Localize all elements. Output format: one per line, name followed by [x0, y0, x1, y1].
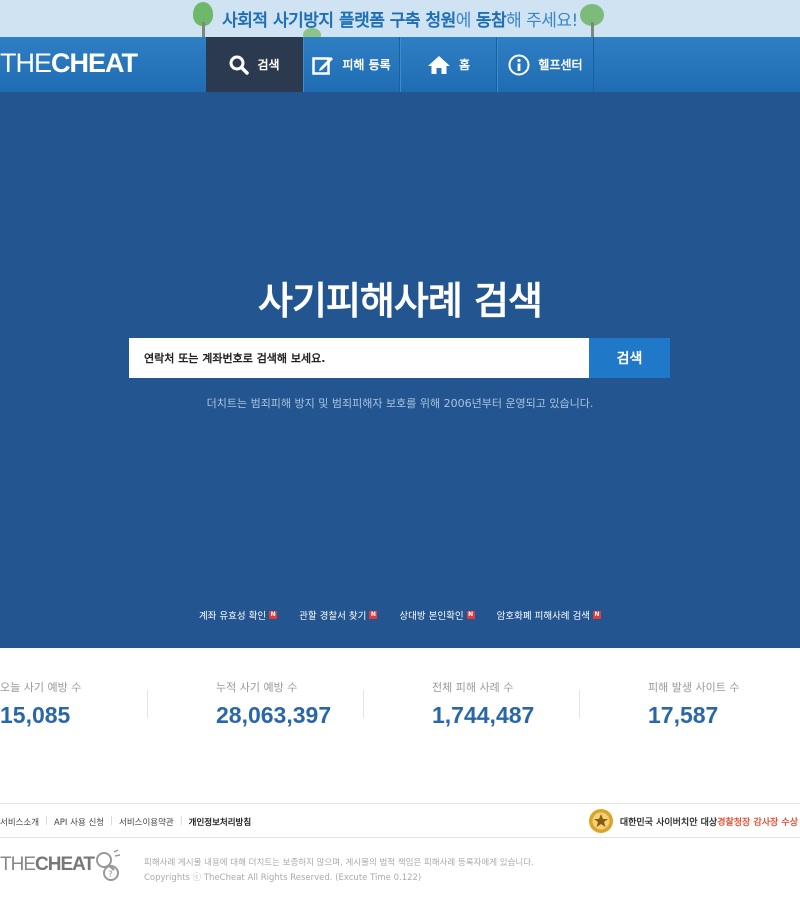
nav-item-label: 피해 등록 — [342, 58, 391, 72]
award-notice: 대한민국 사이버치안 대상 경찰청장 감사장 수상 — [588, 808, 798, 834]
footer-link-privacy[interactable]: 개인정보처리방침 — [189, 816, 252, 828]
nav-item-label: 헬프센터 — [538, 58, 583, 72]
info-icon — [508, 54, 530, 75]
footer-logo: THECHEAT — [0, 854, 95, 876]
footer-links-bar: 서비스소개 | API 사용 신청 | 서비스이용약관 | 개인정보처리방침 대… — [0, 803, 800, 838]
hero-section: 사기피해사례 검색 검색 더치트는 범죄피해 방지 및 범죄피해자 보호를 위해… — [0, 92, 800, 648]
quick-link-crypto-search[interactable]: 암호화폐 피해사례 검색 N — [496, 608, 602, 622]
thecheat-logo[interactable]: THECHEAT — [0, 48, 138, 79]
banner-end-text: 해 주세요! — [506, 11, 578, 31]
nav-item-label: 홈 — [458, 58, 471, 72]
detective-mascot-icon: ? — [96, 849, 121, 881]
footer-link-terms[interactable]: 서비스이용약관 — [119, 816, 174, 828]
quick-link-label: 상대방 본인확인 — [399, 611, 464, 622]
quick-links: 계좌 유효성 확인 N 관할 경찰서 찾기 N 상대방 본인확인 N 암호화폐 … — [0, 608, 800, 622]
stat-total-cases: 전체 피해 사례 수 1,744,487 — [432, 679, 534, 729]
logo-bold-text: CHEAT — [51, 48, 138, 78]
banner-bold-text-2: 동참 — [475, 11, 507, 31]
footer: THECHEAT ? 피해사례 게시물 내용에 대해 더치트는 보증하지 않으며… — [0, 838, 800, 915]
svg-text:?: ? — [108, 870, 113, 880]
nav-item-help[interactable]: 헬프센터 — [497, 37, 594, 92]
nav-item-home[interactable]: 홈 — [400, 37, 497, 92]
copyright-text: Copyrights ⓒ TheCheat All Rights Reserve… — [144, 873, 422, 883]
stat-value: 15,085 — [0, 702, 71, 728]
footer-logo-light: THE — [0, 854, 36, 875]
stat-divider — [147, 690, 148, 718]
quick-link-label: 계좌 유효성 확인 — [198, 611, 267, 622]
stat-divider — [579, 690, 580, 718]
new-badge: N — [466, 611, 475, 619]
disclaimer-text: 피해사례 게시물 내용에 대해 더치트는 보증하지 않으며, 게시물의 법적 책… — [144, 858, 534, 868]
petition-banner[interactable]: 사회적 사기방지 플랫폼 구축 청원에 동참해 주세요! — [0, 0, 800, 37]
new-badge: N — [269, 611, 278, 619]
banner-mid-text: 에 — [455, 11, 476, 31]
footer-logo-bold: CHEAT — [35, 854, 95, 875]
quick-link-label: 암호화폐 피해사례 검색 — [496, 611, 591, 622]
service-description: 더치트는 범죄피해 방지 및 범죄피해자 보호를 위해 2006년부터 운영되고… — [206, 397, 594, 410]
main-navigation: THECHEAT 검색 피해 등록 홈 헬프센터 — [0, 37, 800, 92]
footer-notice: 피해사례 게시물 내용에 대해 더치트는 보증하지 않으며, 게시물의 법적 책… — [144, 856, 534, 886]
footer-link-about[interactable]: 서비스소개 — [0, 816, 39, 828]
new-badge: N — [369, 611, 378, 619]
nav-item-label: 검색 — [257, 58, 280, 72]
logo-light-text: THE — [0, 48, 52, 78]
home-icon — [427, 55, 450, 74]
page-title: 사기피해사례 검색 — [258, 279, 543, 323]
stat-label: 전체 피해 사례 수 — [432, 681, 514, 694]
stat-label: 누적 사기 예방 수 — [216, 681, 298, 694]
edit-icon — [312, 56, 334, 75]
award-highlight: 경찰청장 감사장 수상 — [717, 817, 798, 828]
stat-today-prevented: 오늘 사기 예방 수 15,085 — [0, 679, 81, 729]
stat-label: 피해 발생 사이트 수 — [648, 681, 740, 694]
nav-item-search[interactable]: 검색 — [206, 37, 303, 92]
stat-value: 28,063,397 — [216, 702, 332, 728]
banner-text: 사회적 사기방지 플랫폼 구축 청원에 동참해 주세요! — [0, 6, 800, 31]
stat-divider — [363, 690, 364, 718]
stat-value: 1,744,487 — [432, 702, 535, 728]
stat-total-prevented: 누적 사기 예방 수 28,063,397 — [216, 679, 331, 729]
new-badge: N — [593, 611, 602, 619]
footer-separator: | — [179, 816, 183, 826]
quick-link-police-station[interactable]: 관할 경찰서 찾기 N — [299, 608, 378, 622]
award-text: 대한민국 사이버치안 대상 — [619, 817, 718, 828]
statistics-panel: 오늘 사기 예방 수 15,085 누적 사기 예방 수 28,063,397 … — [0, 648, 800, 758]
footer-separator: | — [110, 816, 113, 826]
search-button[interactable]: 검색 — [589, 338, 670, 378]
police-emblem-icon — [588, 809, 613, 833]
quick-link-identity-check[interactable]: 상대방 본인확인 N — [399, 608, 475, 622]
stat-damage-sites: 피해 발생 사이트 수 17,587 — [648, 679, 739, 729]
footer-separator: | — [45, 816, 48, 826]
stat-label: 오늘 사기 예방 수 — [0, 681, 82, 694]
quick-link-label: 관할 경찰서 찾기 — [299, 611, 367, 622]
search-icon — [229, 55, 250, 75]
search-input[interactable] — [129, 338, 589, 378]
banner-bold-text: 사회적 사기방지 플랫폼 구축 청원 — [222, 11, 456, 31]
footer-link-api[interactable]: API 사용 신청 — [54, 816, 104, 828]
quick-link-account-check[interactable]: 계좌 유효성 확인 N — [198, 608, 278, 622]
nav-item-report[interactable]: 피해 등록 — [303, 37, 400, 92]
stat-value: 17,587 — [648, 702, 719, 728]
footer-links: 서비스소개 | API 사용 신청 | 서비스이용약관 | 개인정보처리방침 — [0, 816, 251, 828]
